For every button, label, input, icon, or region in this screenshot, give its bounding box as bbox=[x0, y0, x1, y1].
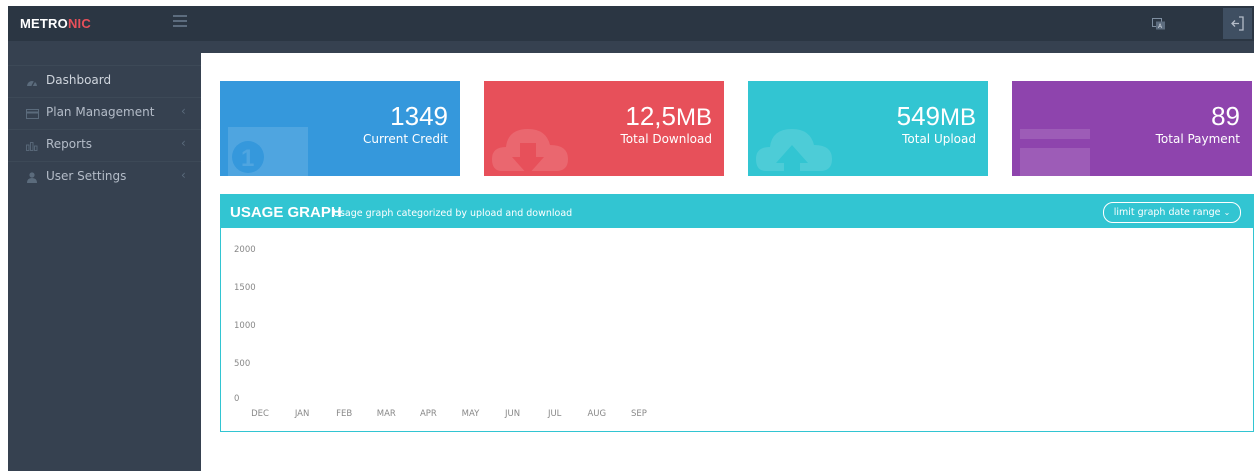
chevron-left-icon: ‹ bbox=[181, 104, 186, 118]
dashboard-icon bbox=[26, 76, 38, 87]
x-tick-label: MAR bbox=[376, 409, 396, 419]
sidebar-item-reports[interactable]: Reports ‹ bbox=[8, 129, 201, 161]
svg-text:1: 1 bbox=[241, 145, 254, 172]
x-tick-label: JAN bbox=[294, 409, 310, 419]
logo[interactable]: METRONIC bbox=[20, 16, 91, 31]
logout-button[interactable] bbox=[1223, 8, 1252, 39]
language-icon[interactable]: A bbox=[1152, 17, 1166, 30]
y-tick-label: 2000 bbox=[234, 245, 256, 255]
x-tick-label: DEC bbox=[251, 409, 269, 419]
top-navbar: METRONIC A bbox=[8, 6, 1254, 41]
navbar-shadow bbox=[8, 41, 1254, 53]
stat-value: 549MB bbox=[896, 101, 976, 131]
stat-card-total-upload[interactable]: 549MB Total Upload bbox=[748, 81, 988, 176]
stat-label: Total Download bbox=[620, 132, 713, 146]
panel-subtitle: Usage graph categorized by upload and do… bbox=[333, 208, 573, 219]
date-range-button[interactable]: limit graph date range ⌄ bbox=[1103, 202, 1241, 223]
x-tick-label: JUL bbox=[547, 409, 562, 419]
chevron-left-icon: ‹ bbox=[181, 136, 186, 150]
y-tick-label: 1500 bbox=[234, 283, 256, 293]
panel-title: USAGE GRAPH bbox=[230, 204, 342, 221]
x-tick-label: SEP bbox=[630, 409, 647, 419]
y-tick-label: 500 bbox=[234, 359, 251, 369]
panel-header: USAGE GRAPH Usage graph categorized by u… bbox=[221, 195, 1253, 228]
card-icon bbox=[1020, 129, 1090, 176]
stat-value: 12,5MB bbox=[625, 101, 712, 131]
cloud-upload-icon bbox=[756, 129, 832, 176]
cloud-download-icon bbox=[492, 129, 568, 175]
main-content: 1 1349 Current Credit 12,5MB Total Downl… bbox=[201, 53, 1254, 471]
logout-icon bbox=[1231, 16, 1244, 31]
chevron-left-icon: ‹ bbox=[181, 168, 186, 182]
stat-value: 89 bbox=[1211, 101, 1240, 131]
usage-chart: 2000 1500 1000 500 0 DEC JAN FEB MAR APR MAY JUN JUL… bbox=[221, 228, 1253, 431]
stat-value: 1349 bbox=[390, 101, 448, 131]
sidebar-menu: Dashboard Plan Management ‹ Reports ‹ Us… bbox=[8, 65, 201, 193]
sidebar: Dashboard Plan Management ‹ Reports ‹ Us… bbox=[8, 53, 201, 471]
credit-card-icon bbox=[26, 108, 39, 119]
stat-card-total-payment[interactable]: 89 Total Payment bbox=[1012, 81, 1252, 176]
stat-card-current-credit[interactable]: 1 1349 Current Credit bbox=[220, 81, 460, 176]
sidebar-item-user-settings[interactable]: User Settings ‹ bbox=[8, 161, 201, 193]
x-tick-label: JUN bbox=[505, 409, 521, 419]
stat-label: Total Payment bbox=[1155, 132, 1240, 146]
x-tick-label: FEB bbox=[336, 409, 353, 419]
stat-label: Current Credit bbox=[363, 132, 448, 146]
chevron-down-icon: ⌄ bbox=[1223, 208, 1231, 217]
stat-card-total-download[interactable]: 12,5MB Total Download bbox=[484, 81, 724, 176]
user-icon bbox=[26, 172, 38, 183]
sidebar-item-dashboard[interactable]: Dashboard bbox=[8, 65, 201, 97]
y-tick-label: 1000 bbox=[234, 321, 256, 331]
y-tick-label: 0 bbox=[234, 394, 240, 404]
usage-graph-panel: USAGE GRAPH Usage graph categorized by u… bbox=[220, 194, 1254, 432]
x-tick-label: AUG bbox=[587, 409, 607, 419]
x-tick-label: MAY bbox=[461, 409, 480, 419]
stat-label: Total Upload bbox=[902, 132, 976, 146]
menu-toggle-icon[interactable] bbox=[173, 15, 187, 27]
money-icon: 1 bbox=[228, 127, 308, 176]
bar-chart-icon bbox=[26, 140, 38, 151]
x-tick-label: APR bbox=[419, 409, 437, 419]
sidebar-item-plan-management[interactable]: Plan Management ‹ bbox=[8, 97, 201, 129]
